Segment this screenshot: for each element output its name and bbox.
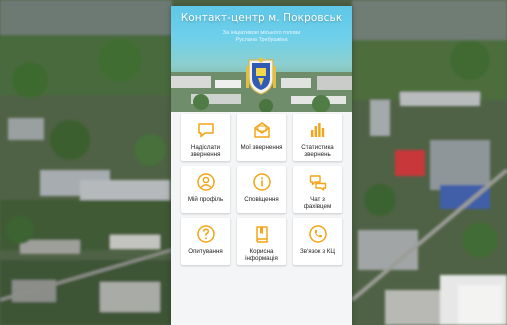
request-statistics-label: Статистика звернень <box>301 144 334 158</box>
surveys-tile[interactable]: Опитування <box>181 218 230 265</box>
app-header: Контакт-центр м. Покровськ За ініціативо… <box>171 6 352 112</box>
book-icon <box>255 226 268 243</box>
send-request-tile[interactable]: Надіслати звернення <box>181 114 230 161</box>
surveys-label: Опитування <box>188 248 223 255</box>
app-subtitle-text: За ініціативою міського голови Руслана Т… <box>222 30 301 43</box>
menu-grid: Надіслати звернення Мої звернення Статис… <box>181 114 342 265</box>
my-requests-label: Мої звернення <box>240 144 283 151</box>
send-request-label: Надіслати звернення <box>190 144 221 158</box>
useful-info-tile[interactable]: Корисна інформація <box>237 218 286 265</box>
app-title: Контакт-центр м. Покровськ <box>180 12 343 24</box>
question-circle-icon <box>196 225 215 243</box>
chat-bubbles-icon <box>309 175 326 191</box>
chat-with-specialist-tile[interactable]: Чат з фахівцем <box>293 166 342 213</box>
coat-of-arms-logo <box>246 57 276 95</box>
my-requests-tile[interactable]: Мої звернення <box>237 114 286 161</box>
chat-bubble-icon <box>197 123 214 138</box>
app-subtitle: За ініціативою міського голови Руслана Т… <box>171 30 352 44</box>
phone-circle-icon <box>308 225 327 243</box>
my-profile-label: Мій профіль <box>187 196 224 203</box>
request-statistics-tile[interactable]: Статистика звернень <box>293 114 342 161</box>
useful-info-label: Корисна інформація <box>245 248 278 262</box>
info-circle-icon <box>252 173 271 191</box>
bar-chart-icon <box>310 123 324 137</box>
notifications-tile[interactable]: Сповіщення <box>237 166 286 213</box>
user-circle-icon <box>196 173 215 191</box>
contact-center-label: Зв'язок з КЦ <box>300 248 335 255</box>
envelope-open-icon <box>253 122 270 138</box>
notifications-label: Сповіщення <box>244 196 279 203</box>
contact-center-tile[interactable]: Зв'язок з КЦ <box>293 218 342 265</box>
my-profile-tile[interactable]: Мій профіль <box>181 166 230 213</box>
app-screen: Контакт-центр м. Покровськ За ініціативо… <box>171 6 352 325</box>
chat-with-specialist-label: Чат з фахівцем <box>303 196 332 210</box>
